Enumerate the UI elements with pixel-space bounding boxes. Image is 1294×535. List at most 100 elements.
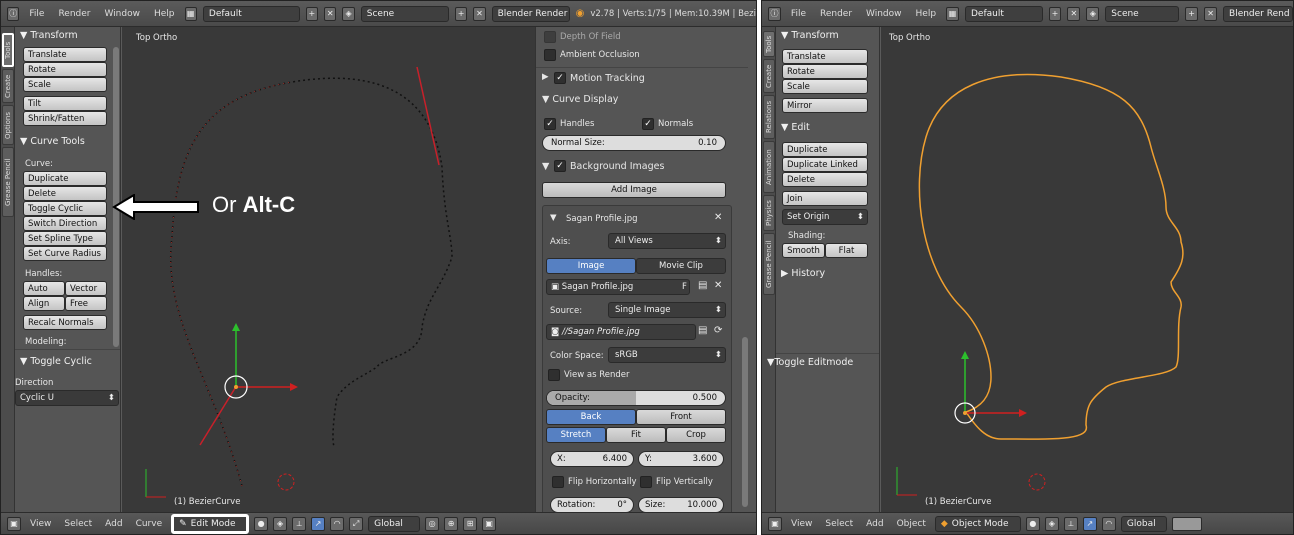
menu-view[interactable]: View	[26, 519, 55, 529]
offset-x-field[interactable]: X: 6.400	[550, 451, 634, 467]
back-button[interactable]: Back	[546, 409, 636, 425]
toggle-cyclic-button[interactable]: Toggle Cyclic	[23, 201, 107, 216]
image-expand-arrow-icon[interactable]: ▼	[550, 213, 557, 223]
axis-dropdown[interactable]: All Views ⬍	[608, 233, 726, 249]
add-scene-icon[interactable]: +	[1185, 6, 1199, 21]
pivot-icon[interactable]: ◈	[1044, 516, 1059, 531]
scale-button[interactable]: Scale	[23, 77, 107, 92]
mirror-button[interactable]: Mirror	[782, 98, 868, 113]
menu-select[interactable]: Select	[60, 519, 96, 529]
rotate-manipulator-icon[interactable]: ◠	[1101, 516, 1116, 531]
offset-y-field[interactable]: Y: 3.600	[638, 451, 724, 467]
scene-selector[interactable]: Scene	[360, 5, 449, 22]
manipulator-icon[interactable]: ⟂	[292, 516, 307, 531]
set-curve-radius-button[interactable]: Set Curve Radius	[23, 246, 107, 261]
layout-selector[interactable]: Default	[202, 5, 300, 22]
scene-selector[interactable]: Scene	[1105, 5, 1180, 22]
unlink-icon[interactable]: ✕	[714, 280, 722, 291]
tab-grease-pencil[interactable]: Grease Pencil	[763, 233, 775, 295]
flat-button[interactable]: Flat	[825, 243, 868, 258]
translate-button[interactable]: Translate	[782, 49, 868, 64]
recalc-normals-button[interactable]: Recalc Normals	[23, 315, 107, 330]
screen-layout-icon[interactable]: ▦	[184, 6, 197, 21]
reload-icon[interactable]: ⟳	[714, 325, 722, 336]
3d-cursor-icon[interactable]	[277, 473, 295, 491]
layout-selector[interactable]: Default	[964, 5, 1043, 22]
remove-scene-icon[interactable]: ✕	[473, 6, 486, 21]
color-space-dropdown[interactable]: sRGB ⬍	[608, 347, 726, 363]
duplicate-button[interactable]: Duplicate	[782, 142, 868, 157]
shrink-fatten-button[interactable]: Shrink/Fatten	[23, 111, 107, 126]
set-origin-dropdown[interactable]: Set Origin ⬍	[782, 209, 868, 225]
handles-checkbox[interactable]: ✓	[544, 118, 556, 130]
remove-layout-icon[interactable]: ✕	[324, 6, 337, 21]
tab-image[interactable]: Image	[546, 258, 636, 274]
info-editor-icon[interactable]: ⓘ	[7, 6, 20, 21]
vector-handle-button[interactable]: Vector	[65, 281, 107, 296]
direction-dropdown[interactable]: Cyclic U ⬍	[15, 390, 119, 406]
mode-selector[interactable]: ◆ Object Mode	[934, 515, 1021, 532]
menu-help[interactable]: Help	[912, 9, 941, 19]
rotation-field[interactable]: Rotation: 0°	[550, 497, 634, 513]
shading-icon[interactable]: ●	[1025, 516, 1040, 531]
translate-button[interactable]: Translate	[23, 47, 107, 62]
open-folder-icon[interactable]: ▤	[698, 280, 707, 291]
view-as-render-checkbox[interactable]	[548, 369, 560, 381]
history-panel-header[interactable]: ▶ History	[778, 265, 877, 281]
scene-icon[interactable]: ◈	[1086, 6, 1100, 21]
orientation-selector[interactable]: Global	[368, 515, 421, 532]
tab-grease-pencil[interactable]: Grease Pencil	[2, 147, 14, 217]
scale-button[interactable]: Scale	[782, 79, 868, 94]
screen-layout-icon[interactable]: ▦	[946, 6, 959, 21]
free-handle-button[interactable]: Free	[65, 296, 107, 311]
curve-display-header[interactable]: ▼ Curve Display	[542, 94, 618, 105]
render-engine-selector[interactable]: Blender Rend	[1223, 5, 1293, 22]
transform-panel-header[interactable]: ▼ Transform	[17, 27, 118, 43]
mode-selector[interactable]: ✎ Edit Mode	[171, 513, 250, 534]
menu-file[interactable]: File	[787, 9, 810, 19]
snap-target-icon[interactable]: ⊞	[463, 516, 478, 531]
menu-view[interactable]: View	[787, 519, 816, 529]
tab-movie-clip[interactable]: Movie Clip	[636, 258, 726, 274]
crop-button[interactable]: Crop	[666, 427, 726, 443]
opacity-slider[interactable]: Opacity: 0.500	[546, 390, 726, 406]
smooth-button[interactable]: Smooth	[782, 243, 825, 258]
rotate-button[interactable]: Rotate	[23, 62, 107, 77]
curve-tools-panel-header[interactable]: ▼ Curve Tools	[17, 133, 118, 149]
3d-viewport[interactable]: Top Ortho (1) BezierCurve Or Alt-C	[112, 27, 535, 512]
render-engine-selector[interactable]: Blender Render	[491, 5, 570, 22]
remove-layout-icon[interactable]: ✕	[1067, 6, 1081, 21]
delete-button[interactable]: Delete	[23, 186, 107, 201]
flip-horizontally-checkbox[interactable]	[552, 476, 564, 488]
3d-cursor-icon[interactable]	[1028, 473, 1046, 491]
info-editor-icon[interactable]: ⓘ	[768, 6, 781, 21]
orientation-selector[interactable]: Global	[1120, 515, 1167, 532]
translate-manipulator-icon[interactable]: ↗	[1082, 516, 1097, 531]
proportional-edit-icon[interactable]: ◎	[425, 516, 440, 531]
menu-render[interactable]: Render	[816, 9, 856, 19]
add-layout-icon[interactable]: +	[305, 6, 319, 21]
join-button[interactable]: Join	[782, 191, 868, 206]
transform-panel-header[interactable]: ▼ Transform	[778, 27, 877, 43]
manipulator-icon[interactable]: ⟂	[1063, 516, 1078, 531]
duplicate-linked-button[interactable]: Duplicate Linked	[782, 157, 868, 172]
switch-direction-button[interactable]: Switch Direction	[23, 216, 107, 231]
render-icon[interactable]: ▣	[482, 516, 497, 531]
add-layout-icon[interactable]: +	[1048, 6, 1062, 21]
shading-icon[interactable]: ●	[254, 516, 269, 531]
remove-image-icon[interactable]: ✕	[714, 212, 722, 223]
rotate-button[interactable]: Rotate	[782, 64, 868, 79]
tab-animation[interactable]: Animation	[763, 141, 775, 193]
menu-add[interactable]: Add	[101, 519, 126, 529]
front-button[interactable]: Front	[636, 409, 726, 425]
tab-create[interactable]: Create	[2, 69, 14, 103]
image-datablock-field[interactable]: ▣ Sagan Profile.jpg	[546, 279, 690, 295]
background-images-header[interactable]: ▼	[542, 161, 549, 172]
fit-button[interactable]: Fit	[606, 427, 666, 443]
browse-folder-icon[interactable]: ▤	[698, 325, 707, 336]
translate-manipulator-icon[interactable]: ↗	[311, 516, 326, 531]
scale-manipulator-icon[interactable]: ⤢	[349, 516, 364, 531]
fake-user-flag[interactable]: F	[682, 282, 687, 292]
menu-help[interactable]: Help	[150, 9, 179, 19]
size-field[interactable]: Size: 10.000	[638, 497, 724, 513]
